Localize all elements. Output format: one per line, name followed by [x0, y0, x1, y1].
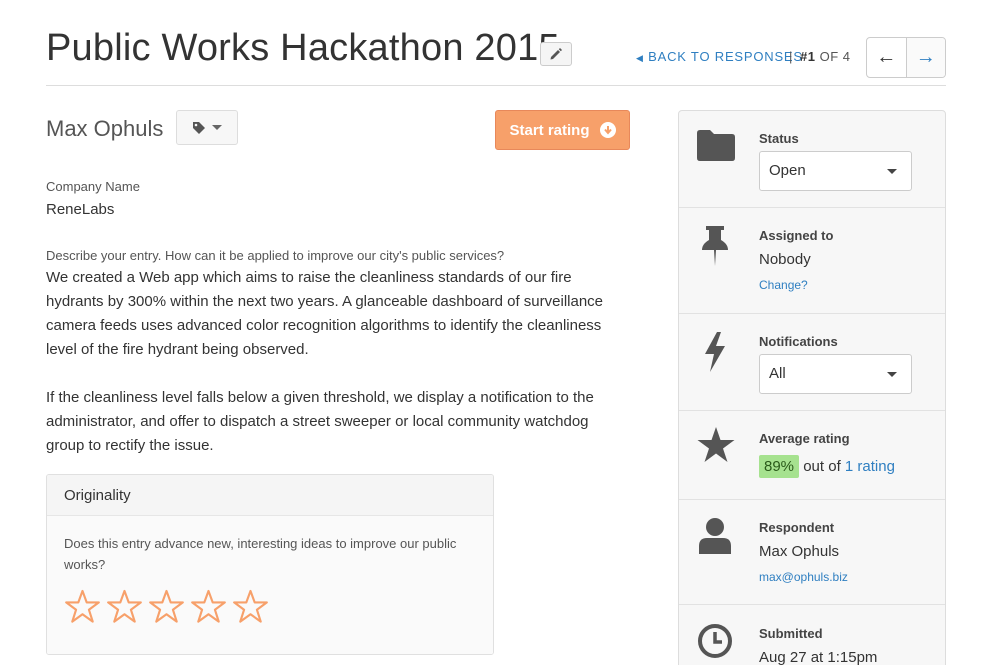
- pager-current: #1: [800, 49, 816, 64]
- assigned-value: Nobody: [759, 251, 811, 268]
- start-rating-button[interactable]: Start rating: [495, 110, 630, 150]
- user-icon: [699, 518, 731, 554]
- submitted-section: Submitted Aug 27 at 1:15pm: [679, 605, 945, 665]
- previous-response-button[interactable]: ←: [867, 38, 906, 77]
- lightning-icon: [705, 332, 725, 372]
- entry-answer-paragraph-2: If the cleanliness level falls below a g…: [46, 389, 594, 454]
- page-title: Public Works Hackathon 2015: [46, 27, 560, 69]
- pager-count: #1 OF 4: [800, 49, 851, 64]
- pushpin-icon: [702, 226, 728, 266]
- status-select-value: Open: [769, 162, 806, 179]
- respondent-name: Max Ophuls: [46, 116, 164, 141]
- pager-total: OF 4: [819, 49, 851, 64]
- star-icon: [697, 427, 735, 462]
- rating-out-of-text: out of: [803, 458, 841, 475]
- folder-icon: [697, 130, 735, 161]
- rating-count-link[interactable]: 1 rating: [845, 458, 895, 475]
- chevron-down-icon: [212, 125, 222, 130]
- response-sidebar: Status Open Assigned to Nobody Change? N…: [678, 110, 946, 665]
- circle-arrow-down-icon: [599, 122, 616, 138]
- chevron-down-icon: [887, 169, 897, 174]
- tag-icon: [193, 121, 205, 134]
- notifications-label: Notifications: [759, 334, 838, 349]
- notifications-select-value: All: [769, 365, 786, 382]
- entry-answer-paragraph-1: We created a Web app which aims to raise…: [46, 269, 604, 358]
- chevron-down-icon: [887, 372, 897, 377]
- average-rating-section: Average rating 89% out of 1 rating: [679, 411, 945, 500]
- pager-arrows: ← →: [866, 37, 946, 78]
- notifications-section: Notifications All: [679, 314, 945, 411]
- respondent-label: Respondent: [759, 520, 835, 535]
- assigned-section: Assigned to Nobody Change?: [679, 208, 945, 314]
- status-label: Status: [759, 131, 799, 146]
- back-to-responses-link[interactable]: ◀ BACK TO RESPONSES: [636, 49, 803, 64]
- star-4-icon[interactable]: [190, 589, 227, 624]
- rating-percent-badge: 89%: [759, 455, 800, 478]
- assigned-label: Assigned to: [759, 228, 834, 243]
- next-response-button[interactable]: →: [905, 38, 945, 77]
- edit-title-button[interactable]: [540, 42, 572, 66]
- criterion-question: Does this entry advance new, interesting…: [64, 536, 457, 572]
- criterion-title: Originality: [47, 475, 493, 516]
- status-select[interactable]: Open: [759, 151, 912, 191]
- change-assignee-link[interactable]: Change?: [759, 278, 808, 292]
- star-2-icon[interactable]: [106, 589, 143, 624]
- status-section: Status Open: [679, 111, 945, 208]
- header-divider: [46, 85, 946, 86]
- clock-icon: [698, 624, 732, 658]
- average-rating-label: Average rating: [759, 431, 850, 446]
- submitted-label: Submitted: [759, 626, 823, 641]
- respondent-email-link[interactable]: max@ophuls.biz: [759, 570, 848, 584]
- star-5-icon[interactable]: [232, 589, 269, 624]
- average-rating-value: 89% out of 1 rating: [759, 455, 895, 478]
- respondent-sidebar-name: Max Ophuls: [759, 543, 840, 560]
- submitted-value: Aug 27 at 1:15pm: [759, 649, 878, 665]
- entry-question-label: Describe your entry. How can it be appli…: [46, 248, 505, 263]
- back-to-responses-label: BACK TO RESPONSES: [648, 49, 803, 64]
- notifications-select[interactable]: All: [759, 354, 912, 394]
- chevron-left-icon: ◀: [636, 53, 644, 63]
- criterion-card: Originality Does this entry advance new,…: [46, 474, 494, 655]
- star-1-icon[interactable]: [64, 589, 101, 624]
- pager-separator: |: [789, 49, 793, 64]
- respondent-section: Respondent Max Ophuls max@ophuls.biz: [679, 500, 945, 605]
- tag-dropdown-button[interactable]: [176, 110, 238, 145]
- pencil-icon: [550, 48, 562, 60]
- criterion-body: Does this entry advance new, interesting…: [47, 516, 493, 654]
- star-3-icon[interactable]: [148, 589, 185, 624]
- company-name-label: Company Name: [46, 179, 140, 194]
- start-rating-label: Start rating: [509, 121, 590, 139]
- company-name-value: ReneLabs: [46, 201, 115, 218]
- star-rating: [64, 589, 476, 624]
